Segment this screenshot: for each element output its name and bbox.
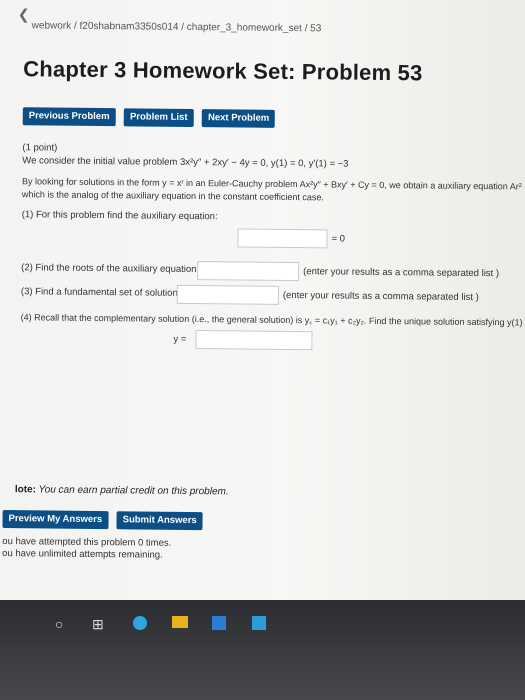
webwork-page: ❮ webwork / f20shabnam3350s014 / chapter… [0,0,525,603]
taskbar: ○ ⊞ [0,600,525,700]
store-icon[interactable] [212,616,226,630]
step4-prompt: (4) Recall that the complementary soluti… [20,312,525,329]
answer-actions: Preview My Answers Submit Answers [2,508,206,531]
intro-text: We consider the initial value problem 3x… [22,155,349,170]
previous-problem-button[interactable]: Previous Problem [22,107,116,127]
edge-browser-icon[interactable] [133,616,147,630]
preview-answers-button[interactable]: Preview My Answers [2,510,109,530]
unlimited-text: ou have unlimited attempts remaining. [2,548,163,561]
back-arrow-icon[interactable]: ❮ [18,6,30,23]
file-explorer-icon[interactable] [172,616,188,628]
partial-credit-note: lote: You can earn partial credit on thi… [15,484,229,497]
problem-nav: Previous Problem Problem List Next Probl… [22,105,280,128]
unique-solution-input[interactable] [195,330,313,351]
note-text: You can earn partial credit on this prob… [35,484,229,498]
note-label: lote: [14,484,37,496]
auxiliary-equation-input[interactable] [237,228,328,249]
step1-equals-zero: = 0 [331,233,346,245]
step3-hint: (enter your results as a comma separated… [282,289,479,304]
next-problem-button[interactable]: Next Problem [201,109,276,128]
points-label: (1 point) [22,142,58,154]
url-text: webwork / f20shabnam3350s014 / chapter_3… [31,20,322,35]
fundamental-set-input[interactable] [176,284,280,305]
analog-cont-text: which is the analog of the auxiliary equ… [21,189,325,203]
task-view-icon[interactable]: ⊞ [92,616,104,633]
cortana-circle-icon[interactable]: ○ [55,616,63,632]
submit-answers-button[interactable]: Submit Answers [116,511,203,531]
step2-prompt: (2) Find the roots of the auxiliary equa… [21,262,200,276]
roots-input[interactable] [197,261,300,282]
step1-prompt: (1) For this problem find the auxiliary … [21,209,218,223]
mail-icon[interactable] [252,616,266,630]
step4-y-label: y = [173,333,187,345]
attempted-text: ou have attempted this problem 0 times. [2,536,172,549]
step2-hint: (enter your results as a comma separated… [303,266,500,280]
problem-list-button[interactable]: Problem List [123,108,194,128]
page-title: Chapter 3 Homework Set: Problem 53 [23,56,423,86]
address-bar[interactable]: ❮ webwork / f20shabnam3350s014 / chapter… [18,6,502,41]
